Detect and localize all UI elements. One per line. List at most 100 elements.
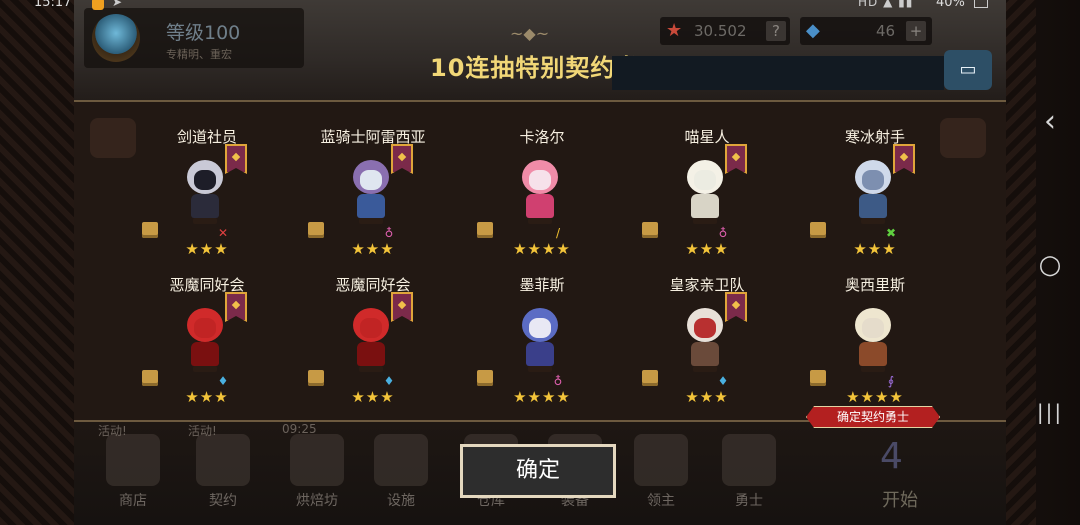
start-number: 4 xyxy=(880,436,903,477)
app-notification-icon xyxy=(92,0,104,10)
hero-name: 剑道社员 xyxy=(176,128,237,146)
star-rating: ★★★★ xyxy=(846,388,904,406)
title-ornament: ~◆~ xyxy=(510,24,550,43)
start-label: 开始 xyxy=(882,490,918,511)
hero-card[interactable]: 蓝骑士阿雷西亚 ♁ ★★★ xyxy=(298,126,448,266)
facility-icon xyxy=(374,434,428,486)
gold-help-button[interactable]: ? xyxy=(766,21,786,41)
hero-sprite xyxy=(343,302,399,376)
hero-card[interactable]: 恶魔同好会 ♦ ★★★ xyxy=(132,274,282,414)
staff-icon: ∮ xyxy=(887,374,895,388)
scroll-icon xyxy=(810,222,826,238)
location-icon: ➤ xyxy=(112,0,123,9)
hero-sprite xyxy=(677,154,733,228)
nav-shop[interactable]: 活动! 商店 xyxy=(98,424,168,518)
hero-sprite xyxy=(845,302,901,376)
hero-card[interactable]: 卡洛尔 / ★★★★ xyxy=(467,126,617,266)
potion-icon: ♁ xyxy=(718,226,728,240)
scroll-icon xyxy=(142,222,158,238)
nav-label: 设施 xyxy=(387,493,415,509)
star-rating: ★★★ xyxy=(685,240,729,258)
hero-card[interactable]: 喵星人 ♁ ★★★ xyxy=(632,126,782,266)
potion-icon: ♁ xyxy=(553,374,563,388)
hero-card[interactable]: 墨菲斯 ♁ ★★★★ xyxy=(467,274,617,414)
hero-sprite xyxy=(177,154,233,228)
star-rating: ★★★ xyxy=(185,388,229,406)
nav-label: 契约 xyxy=(209,493,237,509)
feather-icon: ♦ xyxy=(217,374,229,388)
hero-name: 恶魔同好会 xyxy=(169,276,245,294)
hero-card[interactable]: 皇家亲卫队 ♦ ★★★ xyxy=(632,274,782,414)
confirm-heroes-ribbon[interactable]: 确定契约勇士 xyxy=(806,406,940,428)
sword-icon: ✕ xyxy=(217,226,229,240)
scroll-icon xyxy=(642,222,658,238)
nav-bakery[interactable]: 09:25 烘焙坊 xyxy=(282,422,352,518)
star-rating: ★★★★ xyxy=(513,240,571,258)
android-home-button[interactable]: ○ xyxy=(1030,250,1070,280)
hero-card[interactable]: 恶魔同好会 ♦ ★★★ xyxy=(298,274,448,414)
hero-name: 寒冰射手 xyxy=(844,128,905,146)
gold-value: 30.502 xyxy=(694,22,747,40)
gem-counter: ◆ 46 + xyxy=(800,17,932,45)
status-time: 15:17 xyxy=(34,0,72,10)
nav-badge: 活动! xyxy=(188,424,217,438)
player-avatar[interactable] xyxy=(92,14,140,62)
nav-lord[interactable]: 领主 xyxy=(626,428,696,518)
nav-badge: 09:25 xyxy=(282,422,317,436)
gem-add-button[interactable]: + xyxy=(906,21,926,41)
android-recents-button[interactable]: ||| xyxy=(1030,400,1070,424)
hero-name: 奥西里斯 xyxy=(844,276,905,294)
hero-name: 恶魔同好会 xyxy=(335,276,411,294)
hero-card[interactable]: 剑道社员 ✕ ★★★ xyxy=(132,126,282,266)
hero-sprite xyxy=(343,154,399,228)
hero-name: 墨菲斯 xyxy=(519,276,565,294)
hero-sprite xyxy=(512,302,568,376)
star-rating: ★★★ xyxy=(685,388,729,406)
hero-card[interactable]: 奥西里斯 ∮ ★★★★ xyxy=(800,274,950,414)
lord-icon xyxy=(634,434,688,486)
network-indicator: HD ▲ ▮▮ xyxy=(858,0,913,8)
background-mail-icon xyxy=(90,118,136,158)
battery-text: 40% xyxy=(936,0,965,10)
status-bar: 15:17 ➤ HD ▲ ▮▮ 40% xyxy=(0,0,1080,12)
hero-name: 皇家亲卫队 xyxy=(669,276,745,294)
start-button[interactable]: 4 开始 xyxy=(850,430,950,518)
scroll-icon xyxy=(477,370,493,386)
star-rating: ★★★ xyxy=(351,388,395,406)
scroll-icon xyxy=(308,370,324,386)
gem-icon: ◆ xyxy=(806,20,820,41)
feather-icon: ♦ xyxy=(383,374,395,388)
crossbow-icon: ✖ xyxy=(885,226,897,240)
star-rating: ★★★ xyxy=(853,240,897,258)
bakery-icon xyxy=(290,434,344,486)
player-level-panel[interactable]: 等级100 专精明、重宏 xyxy=(84,8,304,68)
scroll-icon xyxy=(142,370,158,386)
feather-icon: ♦ xyxy=(717,374,729,388)
gem-value: 46 xyxy=(876,22,896,40)
gold-counter: ★ 30.502 ? xyxy=(660,17,790,45)
nav-facility[interactable]: 设施 xyxy=(366,428,436,518)
chat-strip xyxy=(612,56,944,90)
star-rating: ★★★ xyxy=(351,240,395,258)
scroll-icon xyxy=(477,222,493,238)
left-decorative-border xyxy=(0,0,74,525)
wand-icon: / xyxy=(555,226,561,240)
contract-icon xyxy=(196,434,250,486)
scroll-icon xyxy=(810,370,826,386)
hero-icon xyxy=(722,434,776,486)
battery-icon xyxy=(974,0,988,8)
nav-contract[interactable]: 活动! 契约 xyxy=(188,424,258,518)
hero-sprite xyxy=(512,154,568,228)
chat-button[interactable]: ▭ xyxy=(944,50,992,90)
android-back-button[interactable]: ‹ xyxy=(1030,104,1070,139)
page-title: 10连抽特别契约书 xyxy=(430,54,641,82)
confirm-button[interactable]: 确定 xyxy=(460,444,616,498)
hero-sprite xyxy=(177,302,233,376)
network-type: HD xyxy=(858,0,879,9)
nav-hero[interactable]: 勇士 xyxy=(714,428,784,518)
hero-sprite xyxy=(677,302,733,376)
player-subtitle: 专精明、重宏 xyxy=(166,48,232,61)
hero-card[interactable]: 寒冰射手 ✖ ★★★ xyxy=(800,126,950,266)
hero-name: 喵星人 xyxy=(684,128,730,146)
hero-name: 蓝骑士阿雷西亚 xyxy=(320,128,426,146)
